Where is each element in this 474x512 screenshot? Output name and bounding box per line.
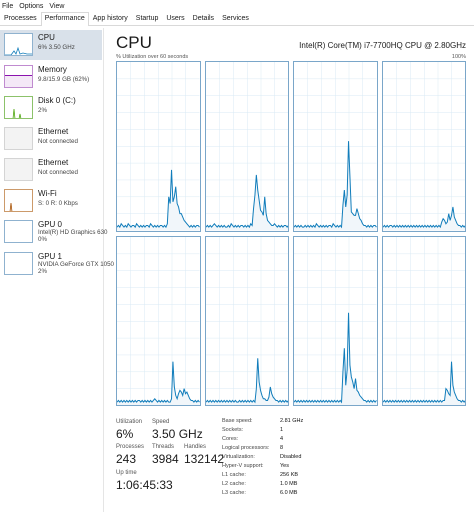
sidebar-item-title: CPU [38, 33, 55, 42]
core-graph [204, 61, 289, 232]
menu-options[interactable]: Options [17, 3, 47, 10]
utilization-label: Utilization [116, 419, 143, 425]
core-graph [204, 235, 289, 406]
speed-label: Speed [152, 419, 170, 425]
menu-bar: File Options View [0, 0, 474, 12]
core-graph [293, 61, 378, 232]
sidebar-item-title: Ethernet [38, 158, 69, 167]
sidebar-item-subtitle: Intel(R) HD Graphics 630 [38, 229, 108, 236]
threads-label: Threads [152, 444, 175, 450]
sidebar-item-title: Disk 0 (C:) [38, 96, 76, 105]
ethernet-thumbnail-graph [4, 127, 33, 150]
spec-value: 256 KB [280, 472, 299, 478]
max-percent-label: 100% [451, 54, 466, 60]
tab-processes[interactable]: Processes [0, 12, 41, 25]
sidebar-item-ethernet-1[interactable]: Ethernet Not connected [0, 124, 102, 154]
processes-value: 243 [116, 452, 137, 466]
sidebar-item-ethernet-2[interactable]: Ethernet Not connected [0, 155, 102, 185]
sidebar-item-wifi[interactable]: Wi-Fi S: 0 R: 0 Kbps [0, 186, 102, 216]
sidebar-item-memory[interactable]: Memory 9.8/15.9 GB (62%) [0, 62, 102, 92]
handles-value: 132142 [184, 452, 225, 466]
uptime-value: 1:06:45:33 [116, 478, 173, 492]
speed-value: 3.50 GHz [152, 427, 203, 441]
spec-value: 1 [280, 427, 284, 433]
spec-label: Logical processors: [222, 445, 270, 451]
utilization-value: 6% [116, 427, 134, 441]
spec-label: L1 cache: [222, 472, 246, 478]
core-graph [381, 61, 466, 232]
sidebar-item-subtitle: 9.8/15.9 GB (62%) [38, 76, 90, 83]
utilization-axis-label: % Utilization over 60 seconds [116, 54, 189, 60]
tab-services[interactable]: Services [218, 12, 253, 25]
spec-value: 6.0 MB [280, 490, 298, 496]
sidebar-item-subtitle: Not connected [38, 169, 78, 176]
memory-thumbnail-graph [4, 65, 33, 88]
spec-label: L2 cache: [222, 481, 246, 487]
spec-value: Disabled [280, 454, 302, 460]
core-graph [381, 235, 466, 406]
cpu-thumbnail-graph [4, 33, 33, 56]
cpu-model-name: Intel(R) Core(TM) i7-7700HQ CPU @ 2.80GH… [299, 41, 466, 50]
tab-bar: Processes Performance App history Startu… [0, 12, 474, 26]
sidebar-item-subtitle: 6% 3.50 GHz [38, 44, 75, 51]
sidebar-item-value: 0% [38, 236, 47, 243]
page-title: CPU [116, 33, 152, 52]
threads-value: 3984 [152, 452, 179, 466]
core-graph [293, 235, 378, 406]
handles-label: Handles [184, 444, 207, 450]
spec-label: Cores: [222, 436, 239, 442]
sidebar-item-subtitle: S: 0 R: 0 Kbps [38, 200, 78, 207]
spec-label: Base speed: [222, 418, 253, 424]
tab-startup[interactable]: Startup [132, 12, 163, 25]
spec-value: 2.81 GHz [280, 418, 304, 424]
uptime-label: Up time [116, 470, 137, 476]
core-graph [116, 61, 201, 232]
spec-value: Yes [280, 463, 289, 469]
menu-view[interactable]: View [47, 3, 68, 10]
spec-value: 8 [280, 445, 284, 451]
ethernet-thumbnail-graph [4, 158, 33, 181]
sidebar-item-subtitle: NVIDIA GeForce GTX 1050 [38, 261, 114, 268]
tab-app-history[interactable]: App history [89, 12, 132, 25]
sidebar-item-title: Wi-Fi [38, 189, 57, 198]
tab-performance[interactable]: Performance [40, 12, 89, 26]
spec-value: 1.0 MB [280, 481, 298, 487]
sidebar-item-title: Memory [38, 65, 67, 74]
wifi-thumbnail-graph [4, 189, 33, 212]
tab-details[interactable]: Details [189, 12, 218, 25]
gpu-thumbnail-graph [4, 252, 33, 275]
resource-sidebar: CPU 6% 3.50 GHz Memory 9.8/15.9 GB (62%)… [0, 28, 114, 512]
core-graph [116, 235, 201, 406]
sidebar-item-subtitle: Not connected [38, 138, 78, 145]
logical-processor-graphs [116, 61, 466, 406]
gpu-thumbnail-graph [4, 220, 33, 243]
disk-thumbnail-graph [4, 96, 33, 119]
spec-value: 4 [280, 436, 284, 442]
sidebar-item-cpu[interactable]: CPU 6% 3.50 GHz [0, 30, 102, 60]
spec-label: Hyper-V support: [222, 463, 264, 469]
sidebar-item-gpu-1[interactable]: GPU 1 NVIDIA GeForce GTX 1050 2% [0, 249, 114, 279]
sidebar-item-gpu-0[interactable]: GPU 0 Intel(R) HD Graphics 630 0% [0, 217, 107, 247]
sidebar-item-title: Ethernet [38, 127, 69, 136]
sidebar-item-title: GPU 0 [38, 220, 63, 229]
sidebar-item-title: GPU 1 [38, 252, 63, 261]
sidebar-item-value: 2% [38, 268, 47, 275]
spec-label: Virtualization: [222, 454, 255, 460]
processes-label: Processes [116, 444, 145, 450]
sidebar-item-subtitle: 2% [38, 107, 47, 114]
sidebar-item-disk[interactable]: Disk 0 (C:) 2% [0, 93, 102, 123]
spec-label: L3 cache: [222, 490, 246, 496]
spec-label: Sockets: [222, 427, 244, 433]
menu-file[interactable]: File [0, 3, 17, 10]
tab-users[interactable]: Users [162, 12, 188, 25]
